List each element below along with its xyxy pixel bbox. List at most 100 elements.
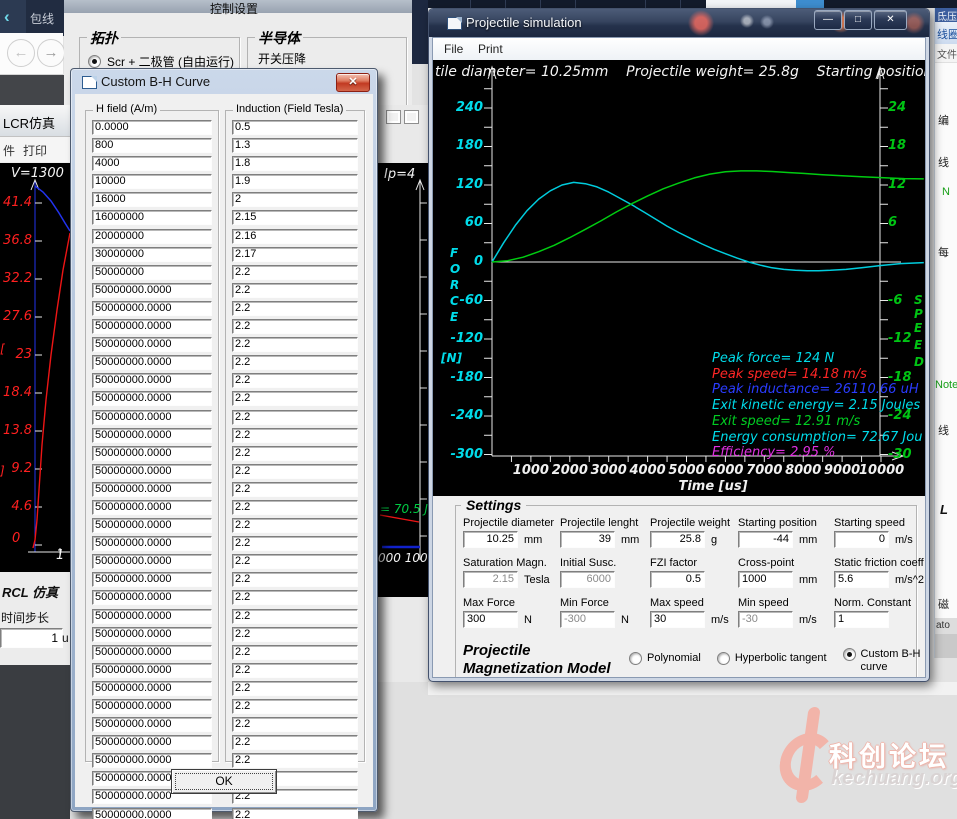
induction-row[interactable]: 2.2 xyxy=(232,699,358,714)
induction-row[interactable]: 2.16 xyxy=(232,229,358,244)
induction-row[interactable]: 2.2 xyxy=(232,373,358,388)
induction-row[interactable]: 2.2 xyxy=(232,337,358,352)
induction-row[interactable]: 2.2 xyxy=(232,518,358,533)
induction-row[interactable]: 2.15 xyxy=(232,210,358,225)
h-field-row[interactable]: 10000 xyxy=(92,174,212,189)
induction-row[interactable]: 1.3 xyxy=(232,138,358,153)
induction-row[interactable]: 2.2 xyxy=(232,410,358,425)
induction-row[interactable]: 2.2 xyxy=(232,717,358,732)
h-field-row[interactable]: 16000000 xyxy=(92,210,212,225)
h-field-row[interactable]: 50000000.0000 xyxy=(92,554,212,569)
induction-row[interactable]: 2.2 xyxy=(232,645,358,660)
dialog-close-button[interactable]: ✕ xyxy=(336,73,370,92)
induction-row[interactable]: 2.2 xyxy=(232,554,358,569)
chevron-left-icon[interactable]: ‹ xyxy=(4,7,10,27)
field-input[interactable]: 1 xyxy=(834,611,889,628)
h-field-row[interactable]: 50000000.0000 xyxy=(92,717,212,732)
minimize-button[interactable]: — xyxy=(814,10,842,30)
taskbar-item[interactable] xyxy=(796,0,824,8)
h-field-row[interactable]: 50000000.0000 xyxy=(92,536,212,551)
induction-row[interactable]: 2.2 xyxy=(232,319,358,334)
induction-row[interactable]: 2.2 xyxy=(232,609,358,624)
h-field-row[interactable]: 800 xyxy=(92,138,212,153)
h-field-row[interactable]: 50000000.0000 xyxy=(92,355,212,370)
induction-row[interactable]: 2.2 xyxy=(232,283,358,298)
induction-row[interactable]: 2.2 xyxy=(232,536,358,551)
h-field-row[interactable]: 50000000.0000 xyxy=(92,464,212,479)
h-field-row[interactable]: 50000000.0000 xyxy=(92,609,212,624)
forward-button[interactable]: → xyxy=(37,39,65,67)
radio-circle[interactable] xyxy=(843,648,856,661)
field-input[interactable]: 0.5 xyxy=(650,571,705,588)
induction-row[interactable]: 2.2 xyxy=(232,391,358,406)
h-field-row[interactable]: 50000000.0000 xyxy=(92,645,212,660)
h-field-row[interactable]: 50000000.0000 xyxy=(92,500,212,515)
h-field-row[interactable]: 50000000.0000 xyxy=(92,627,212,642)
radio-scr-diode[interactable] xyxy=(88,55,101,68)
field-input[interactable]: 39 xyxy=(560,531,615,548)
radio-circle[interactable] xyxy=(717,652,730,665)
induction-row[interactable]: 2.2 xyxy=(232,482,358,497)
induction-row[interactable]: 2.2 xyxy=(232,500,358,515)
menu-file-partial[interactable]: 件 xyxy=(3,142,15,159)
h-field-row[interactable]: 50000000.0000 xyxy=(92,735,212,750)
induction-row[interactable]: 2 xyxy=(232,192,358,207)
back-button[interactable]: ← xyxy=(7,39,35,67)
h-field-row[interactable]: 50000000.0000 xyxy=(92,319,212,334)
h-field-row[interactable]: 50000000 xyxy=(92,265,212,280)
induction-row[interactable]: 2.17 xyxy=(232,247,358,262)
menu-file[interactable]: File xyxy=(444,42,463,56)
induction-row[interactable]: 2.2 xyxy=(232,627,358,642)
induction-row[interactable]: 0.5 xyxy=(232,120,358,135)
h-field-row[interactable]: 50000000.0000 xyxy=(92,428,212,443)
maximize-button[interactable]: □ xyxy=(844,10,872,30)
taskbar[interactable] xyxy=(428,0,957,8)
induction-row[interactable]: 2.2 xyxy=(232,735,358,750)
control-settings-titlebar[interactable]: 控制设置 xyxy=(64,0,412,13)
induction-row[interactable]: 2.2 xyxy=(232,464,358,479)
induction-row[interactable]: 2.2 xyxy=(232,572,358,587)
induction-row[interactable]: 2.2 xyxy=(232,681,358,696)
field-input[interactable]: 1000 xyxy=(738,571,793,588)
radio-custom-b-h-curve[interactable]: Custom B-Hcurve xyxy=(843,648,921,674)
field-input[interactable]: 25.8 xyxy=(650,531,705,548)
induction-row[interactable]: 2.2 xyxy=(232,808,358,819)
menu-print[interactable]: Print xyxy=(478,42,503,56)
h-field-row[interactable]: 50000000.0000 xyxy=(92,808,212,819)
field-input[interactable]: 0 xyxy=(834,531,889,548)
induction-row[interactable]: 2.2 xyxy=(232,663,358,678)
lcr-titlebar[interactable]: LCR仿真 xyxy=(0,105,70,137)
field-input[interactable]: 30 xyxy=(650,611,705,628)
h-field-row[interactable]: 50000000.0000 xyxy=(92,518,212,533)
time-step-input[interactable]: 1 xyxy=(0,628,63,648)
radio-polynomial[interactable]: Polynomial xyxy=(629,652,701,665)
taskbar-active-item[interactable] xyxy=(706,0,796,8)
induction-row[interactable]: 2.2 xyxy=(232,428,358,443)
h-field-row[interactable]: 50000000.0000 xyxy=(92,753,212,768)
restore-icon[interactable] xyxy=(386,110,401,124)
h-field-row[interactable]: 50000000.0000 xyxy=(92,482,212,497)
h-field-row[interactable]: 4000 xyxy=(92,156,212,171)
field-input[interactable]: 300 xyxy=(463,611,518,628)
induction-row[interactable]: 2.2 xyxy=(232,355,358,370)
h-field-row[interactable]: 50000000.0000 xyxy=(92,699,212,714)
menu-print[interactable]: 打印 xyxy=(23,142,47,159)
h-field-row[interactable]: 50000000.0000 xyxy=(92,301,212,316)
h-field-row[interactable]: 50000000.0000 xyxy=(92,663,212,678)
induction-row[interactable]: 2.2 xyxy=(232,301,358,316)
ok-button[interactable]: OK xyxy=(171,769,277,794)
h-field-row[interactable]: 50000000.0000 xyxy=(92,391,212,406)
h-field-row[interactable]: 50000000.0000 xyxy=(92,283,212,298)
h-field-row[interactable]: 0.0000 xyxy=(92,120,212,135)
h-field-row[interactable]: 20000000 xyxy=(92,229,212,244)
field-input[interactable]: 10.25 xyxy=(463,531,518,548)
maximize-icon[interactable] xyxy=(404,110,419,124)
induction-row[interactable]: 2.2 xyxy=(232,590,358,605)
field-input[interactable]: 5.6 xyxy=(834,571,889,588)
h-field-row[interactable]: 50000000.0000 xyxy=(92,681,212,696)
h-field-row[interactable]: 50000000.0000 xyxy=(92,410,212,425)
induction-row[interactable]: 1.8 xyxy=(232,156,358,171)
induction-row[interactable]: 1.9 xyxy=(232,174,358,189)
induction-row[interactable]: 2.2 xyxy=(232,265,358,280)
close-button[interactable]: ✕ xyxy=(874,10,907,30)
